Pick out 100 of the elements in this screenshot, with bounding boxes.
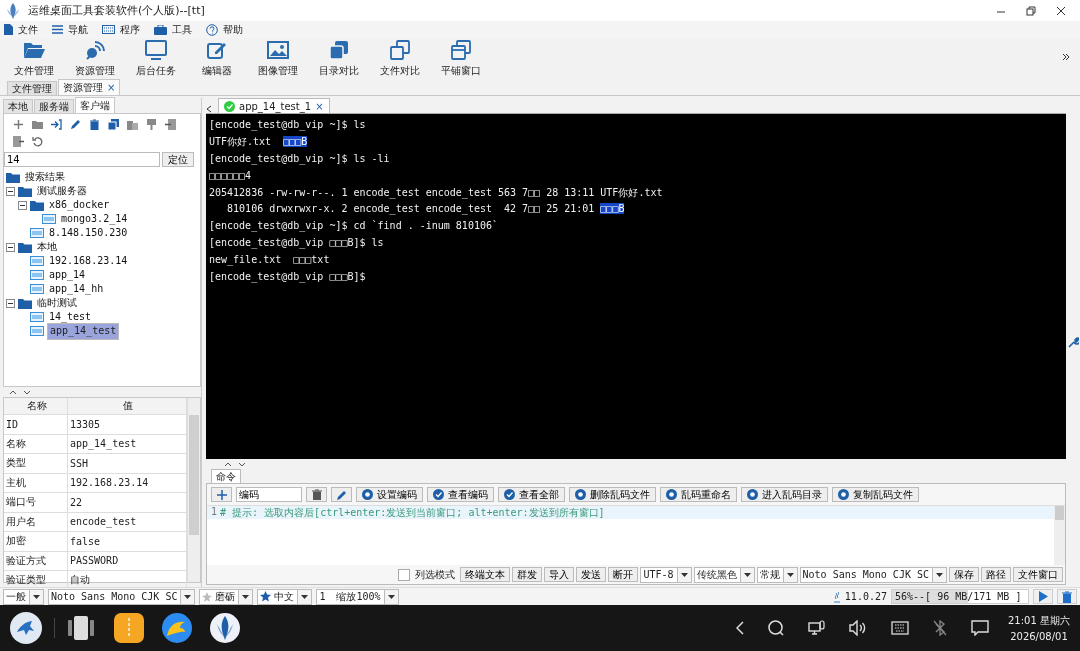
collapse-icon[interactable] bbox=[18, 200, 27, 210]
app-logo-icon[interactable] bbox=[209, 612, 241, 644]
dropdown[interactable]: 一般 bbox=[3, 588, 44, 605]
collapse-up-icon[interactable] bbox=[9, 389, 17, 395]
toolbar-button[interactable]: 目录对比 bbox=[309, 40, 370, 78]
button[interactable]: 终端文本 bbox=[460, 567, 511, 582]
wrench-icon[interactable] bbox=[1067, 337, 1079, 348]
tree-item[interactable]: 192.168.23.14 bbox=[47, 254, 130, 268]
tab[interactable]: app_14_test_1 × bbox=[218, 98, 330, 113]
search-icon[interactable] bbox=[768, 620, 784, 636]
expand-down-icon[interactable] bbox=[238, 461, 246, 467]
chevron-left-icon[interactable] bbox=[206, 105, 212, 113]
keyboard-icon[interactable] bbox=[891, 621, 909, 635]
tab[interactable]: 文件管理 bbox=[7, 81, 57, 95]
tab[interactable]: 服务端 bbox=[34, 99, 74, 113]
app-icon[interactable] bbox=[10, 612, 42, 644]
add-button[interactable] bbox=[211, 487, 232, 502]
tree-item[interactable]: 8.148.150.230 bbox=[47, 226, 130, 240]
command-button[interactable]: 乱码重命名 bbox=[660, 487, 737, 502]
close-tab-button[interactable]: × bbox=[107, 82, 116, 93]
command-button[interactable]: 查看全部 bbox=[498, 487, 565, 502]
menu-item[interactable]: 帮助 bbox=[206, 22, 243, 37]
button[interactable]: 群发 bbox=[512, 567, 543, 582]
command-button[interactable]: 复制乱码文件 bbox=[832, 487, 919, 502]
scrollbar[interactable] bbox=[1054, 506, 1065, 565]
archive-app-icon[interactable] bbox=[113, 612, 145, 644]
play-button[interactable] bbox=[1033, 589, 1053, 604]
dropdown[interactable]: 磨砺 bbox=[199, 588, 254, 605]
folder-icon[interactable] bbox=[32, 119, 43, 130]
refresh-icon[interactable] bbox=[32, 136, 43, 147]
delete-button[interactable] bbox=[306, 487, 327, 502]
menu-item[interactable]: 工具 bbox=[154, 22, 192, 37]
command-button[interactable]: 删除乱码文件 bbox=[569, 487, 656, 502]
tab[interactable]: 客户端 bbox=[75, 97, 115, 113]
collapse-up-icon[interactable] bbox=[224, 461, 232, 467]
edit-button[interactable] bbox=[331, 487, 352, 502]
login-icon[interactable] bbox=[51, 119, 62, 130]
checkbox[interactable]: 列选模式 bbox=[398, 567, 456, 582]
collapse-icon[interactable] bbox=[6, 186, 15, 196]
button[interactable]: 发送 bbox=[576, 567, 607, 582]
tab[interactable]: 命令 bbox=[211, 469, 241, 483]
encoding-field[interactable]: 编码 bbox=[236, 487, 302, 502]
button[interactable]: 断开 bbox=[608, 567, 639, 582]
delete-icon[interactable] bbox=[89, 119, 100, 130]
search-field[interactable]: 14 bbox=[4, 152, 160, 167]
trash-button[interactable] bbox=[1057, 589, 1077, 604]
collapse-icon[interactable] bbox=[6, 298, 15, 308]
close-icon[interactable] bbox=[1056, 5, 1066, 16]
toolbar-button[interactable]: 编辑器 bbox=[187, 40, 248, 78]
tree-item[interactable]: 本地 bbox=[35, 240, 59, 254]
dropdown[interactable]: UTF-8 bbox=[640, 566, 692, 583]
expand-down-icon[interactable] bbox=[23, 389, 31, 395]
monitor-icon[interactable] bbox=[808, 620, 825, 636]
scrollbar[interactable] bbox=[187, 398, 200, 582]
browser-app-icon[interactable] bbox=[161, 612, 193, 644]
zoom-dropdown[interactable]: 1 缩放100% bbox=[316, 588, 399, 605]
tree-item[interactable]: app_14 bbox=[47, 268, 88, 282]
command-button[interactable]: 查看编码 bbox=[427, 487, 494, 502]
tree-item[interactable]: app_14_test bbox=[47, 322, 120, 340]
edit-icon[interactable] bbox=[70, 119, 81, 130]
import-icon[interactable] bbox=[165, 119, 176, 130]
bluetooth-off-icon[interactable] bbox=[933, 620, 947, 636]
menu-item[interactable]: 程序 bbox=[102, 22, 140, 37]
dropdown[interactable]: 常规 bbox=[756, 566, 798, 583]
menu-item[interactable]: 导航 bbox=[52, 22, 88, 37]
tree-item[interactable]: x86_docker bbox=[47, 198, 112, 212]
code-editor[interactable]: 1 # 提示: 选取内容后[ctrl+enter:发送到当前窗口; alt+enter:发送到所有窗口] bbox=[207, 505, 1065, 565]
button[interactable]: 保存 bbox=[949, 567, 979, 582]
dropdown[interactable]: Noto Sans Mono CJK SC bbox=[48, 588, 196, 605]
toolbar-button[interactable]: 文件管理 bbox=[4, 40, 65, 78]
command-button[interactable]: 设置编码 bbox=[356, 487, 423, 502]
close-tab-button[interactable]: × bbox=[315, 100, 324, 112]
toolbar-button[interactable]: 文件对比 bbox=[370, 40, 431, 78]
dropdown[interactable]: Noto Sans Mono CJK SC bbox=[799, 566, 947, 583]
tree-item[interactable]: 14_test bbox=[47, 310, 94, 324]
tree-item[interactable]: 测试服务器 bbox=[35, 184, 89, 198]
tree-item[interactable]: 临时测试 bbox=[35, 296, 79, 310]
dropdown[interactable]: 中文 bbox=[257, 588, 313, 605]
button[interactable]: 路径 bbox=[981, 567, 1011, 582]
chat-icon[interactable] bbox=[971, 620, 989, 636]
restore-icon[interactable] bbox=[1026, 5, 1036, 16]
toolbar-button[interactable]: 后台任务 bbox=[126, 40, 187, 78]
tab[interactable]: 本地 bbox=[3, 99, 33, 113]
tab[interactable]: 资源管理 × bbox=[58, 79, 121, 95]
volume-icon[interactable] bbox=[849, 620, 867, 636]
toolbar-button[interactable]: 图像管理 bbox=[248, 40, 309, 78]
button[interactable]: 文件窗口 bbox=[1013, 567, 1063, 582]
tree-item[interactable]: mongo3.2_14 bbox=[59, 212, 130, 226]
add-icon[interactable] bbox=[13, 119, 24, 130]
dropdown[interactable]: 传统黑色 bbox=[693, 566, 755, 583]
copy-icon[interactable] bbox=[108, 119, 119, 130]
toolbar-button[interactable]: 平铺窗口 bbox=[431, 40, 492, 78]
collapse-icon[interactable] bbox=[6, 242, 15, 252]
tree-item[interactable]: 搜索结果 bbox=[23, 170, 67, 184]
chevron-icon[interactable] bbox=[1062, 53, 1070, 61]
locate-button[interactable]: 定位 bbox=[162, 152, 194, 167]
command-button[interactable]: 进入乱码目录 bbox=[741, 487, 828, 502]
paste-icon[interactable] bbox=[127, 119, 138, 130]
export-icon[interactable] bbox=[13, 136, 24, 147]
clock[interactable]: 21:01 星期六 2026/08/01 bbox=[1008, 614, 1070, 642]
